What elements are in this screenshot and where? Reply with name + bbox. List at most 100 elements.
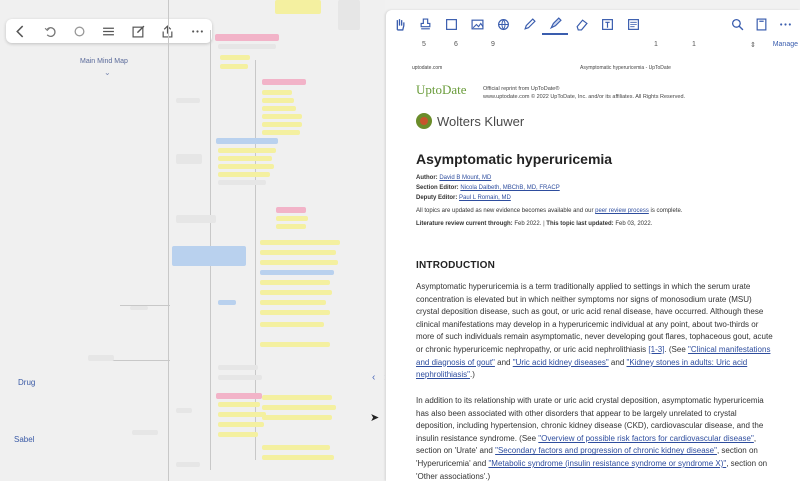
mindmap-node[interactable] xyxy=(218,432,258,437)
ruler-number: 9 xyxy=(491,41,495,48)
mindmap-node[interactable] xyxy=(262,415,332,420)
mindmap-node[interactable] xyxy=(130,306,148,310)
mindmap-node[interactable] xyxy=(260,310,330,315)
mindmap-node[interactable] xyxy=(276,224,306,229)
mindmap-node[interactable] xyxy=(218,300,236,305)
manage-button[interactable]: Manage xyxy=(773,41,798,48)
mindmap-node[interactable] xyxy=(132,430,158,435)
search-icon[interactable] xyxy=(728,14,746,34)
mindmap-node[interactable] xyxy=(262,445,330,450)
mindmap-branch-sabel[interactable]: Sabel xyxy=(14,435,34,444)
mindmap-node[interactable] xyxy=(262,114,302,119)
more-icon[interactable] xyxy=(776,14,794,34)
mindmap-node[interactable] xyxy=(338,0,360,30)
mindmap-canvas[interactable]: Main Mind Map ⌄ Drug Sabel ‹ ➤ xyxy=(0,0,385,481)
chevron-left-icon[interactable]: ‹ xyxy=(372,372,375,383)
mindmap-node[interactable] xyxy=(262,130,300,135)
intro-paragraph-1: Asymptomatic hyperuricemia is a term tra… xyxy=(416,281,774,382)
mindmap-node[interactable] xyxy=(260,240,340,245)
mindmap-node[interactable] xyxy=(216,138,278,144)
undo-icon[interactable] xyxy=(41,22,59,40)
mindmap-node[interactable] xyxy=(176,462,200,467)
more-icon[interactable] xyxy=(188,22,206,40)
mindmap-root-label[interactable]: Main Mind Map xyxy=(80,58,128,65)
globe-icon[interactable] xyxy=(490,14,516,34)
topic-link[interactable]: "Uric acid kidney diseases" xyxy=(513,358,609,367)
mindmap-node[interactable] xyxy=(262,405,336,410)
author-label: Author: xyxy=(416,175,438,181)
frame-icon[interactable] xyxy=(438,14,464,34)
back-icon[interactable] xyxy=(12,22,30,40)
mindmap-node[interactable] xyxy=(276,216,308,221)
peer-review-link[interactable]: peer review process xyxy=(595,208,649,214)
chevron-up-down-icon[interactable]: ⇕ xyxy=(750,41,756,49)
mindmap-node[interactable] xyxy=(275,0,321,14)
mindmap-node[interactable] xyxy=(260,290,332,295)
crop-icon[interactable] xyxy=(620,14,646,34)
mindmap-node[interactable] xyxy=(262,122,302,127)
mindmap-node[interactable] xyxy=(260,322,324,327)
mindmap-node[interactable] xyxy=(262,106,296,111)
page-icon[interactable] xyxy=(752,14,770,34)
mindmap-node[interactable] xyxy=(262,90,292,95)
publisher-logo: Wolters Kluwer xyxy=(416,113,524,129)
list-icon[interactable] xyxy=(100,22,118,40)
image-icon[interactable] xyxy=(464,14,490,34)
mindmap-node[interactable] xyxy=(260,250,336,255)
reprint-notice: Official reprint from UpToDate® www.upto… xyxy=(483,85,685,101)
mindmap-node[interactable] xyxy=(262,395,332,400)
mindmap-node[interactable] xyxy=(218,402,260,407)
mindmap-node[interactable] xyxy=(176,215,216,223)
print-header-center: Asymptomatic hyperuricemia - UpToDate xyxy=(580,65,671,71)
ruler: 5 6 9 1 1 ⇕ Manage xyxy=(386,38,800,52)
deputy-editor-link[interactable]: Paul L Romain, MD xyxy=(459,195,511,201)
mindmap-node[interactable] xyxy=(218,422,264,427)
mindmap-node[interactable] xyxy=(215,34,279,41)
mindmap-node[interactable] xyxy=(260,260,338,265)
mindmap-node[interactable] xyxy=(260,270,334,275)
mindmap-branch-drug[interactable]: Drug xyxy=(18,378,35,387)
mindmap-node[interactable] xyxy=(220,64,248,69)
chevron-down-icon[interactable]: ⌄ xyxy=(104,68,111,77)
mindmap-node[interactable] xyxy=(260,280,330,285)
mindmap-node[interactable] xyxy=(262,79,306,85)
mindmap-node[interactable] xyxy=(176,154,202,164)
wolters-kluwer-mark-icon xyxy=(416,113,432,129)
mindmap-node[interactable] xyxy=(88,355,114,361)
edit-icon[interactable] xyxy=(129,22,147,40)
hand-icon[interactable] xyxy=(386,14,412,34)
redo-icon[interactable] xyxy=(71,22,89,40)
stamp-icon[interactable] xyxy=(412,14,438,34)
annotation-toolbar xyxy=(386,10,800,38)
mindmap-node[interactable] xyxy=(218,412,266,417)
mindmap-node[interactable] xyxy=(260,300,326,305)
pen-icon[interactable] xyxy=(516,14,542,34)
eraser-icon[interactable] xyxy=(568,14,594,34)
mindmap-node[interactable] xyxy=(262,98,294,103)
mindmap-node[interactable] xyxy=(176,98,200,103)
mindmap-node[interactable] xyxy=(218,180,266,185)
reference-link[interactable]: [1-3] xyxy=(648,345,664,354)
mindmap-node[interactable] xyxy=(172,246,246,266)
mindmap-node[interactable] xyxy=(218,148,276,153)
text-box-icon[interactable] xyxy=(594,14,620,34)
mindmap-node[interactable] xyxy=(276,207,306,213)
topic-link[interactable]: "Metabolic syndrome (insulin resistance … xyxy=(488,459,726,468)
topic-link[interactable]: "Overview of possible risk factors for c… xyxy=(538,434,754,443)
highlighter-icon[interactable] xyxy=(542,13,568,35)
mindmap-node[interactable] xyxy=(218,365,258,370)
mindmap-node[interactable] xyxy=(218,44,276,49)
mindmap-node[interactable] xyxy=(176,408,192,413)
author-link[interactable]: David B Mount, MD xyxy=(439,175,491,181)
mindmap-node[interactable] xyxy=(218,164,274,169)
mindmap-node[interactable] xyxy=(260,342,330,347)
mindmap-node[interactable] xyxy=(218,375,262,380)
section-editor-link[interactable]: Nicola Dalbeth, MBChB, MD, FRACP xyxy=(460,185,559,191)
chevron-right-icon[interactable]: › xyxy=(384,372,385,383)
topic-link[interactable]: "Secondary factors and progression of ch… xyxy=(495,446,717,455)
mindmap-node[interactable] xyxy=(216,393,262,399)
mindmap-node[interactable] xyxy=(218,172,270,177)
mindmap-node[interactable] xyxy=(218,156,272,161)
mindmap-node[interactable] xyxy=(262,455,334,460)
mindmap-node[interactable] xyxy=(220,55,250,60)
